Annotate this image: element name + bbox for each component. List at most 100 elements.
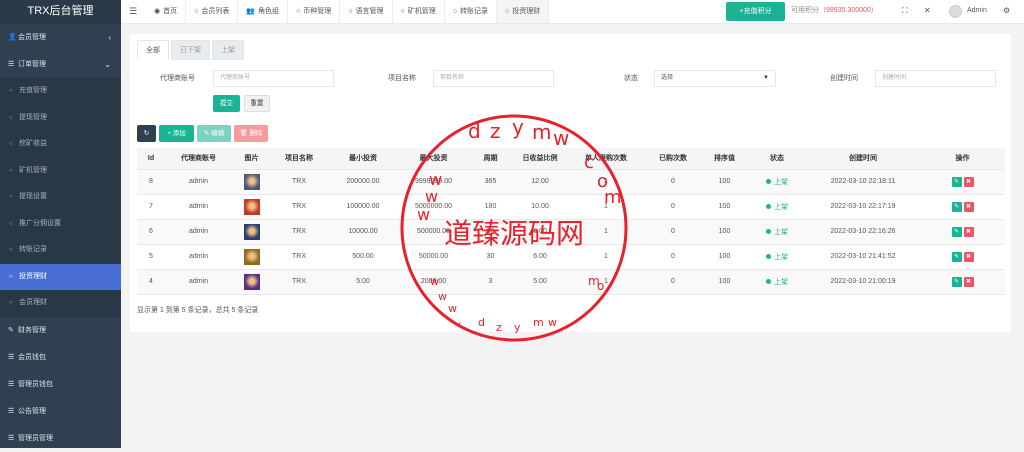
column-header[interactable]: 创建时间 xyxy=(806,148,920,170)
sidebar-subitem-label: 转账记录 xyxy=(19,246,47,253)
sidebar-bottom-item-0[interactable]: ✎ 财务管理 xyxy=(0,317,121,344)
subtab-0[interactable]: 全部 xyxy=(137,40,169,60)
project-thumbnail[interactable] xyxy=(243,173,260,190)
tab-4[interactable]: ○ 语言管理 xyxy=(340,0,393,23)
project-thumbnail[interactable] xyxy=(243,248,260,265)
row-delete-button[interactable]: ✖ xyxy=(963,251,974,262)
circle-icon: ○ xyxy=(9,167,13,174)
sidebar-subitem-8[interactable]: ○ 会员理财 xyxy=(0,290,121,317)
tab-label: 投资理财 xyxy=(512,8,541,15)
add-button[interactable]: + 添加 xyxy=(159,125,194,142)
row-delete-button[interactable]: ✖ xyxy=(963,201,974,212)
row-edit-button[interactable]: ✎ xyxy=(951,176,962,187)
cell-status: 上架 xyxy=(748,169,806,195)
column-header[interactable]: 项目名称 xyxy=(271,148,327,170)
row-delete-button[interactable]: ✖ xyxy=(963,176,974,187)
tab-7[interactable]: ○ 投资理财 xyxy=(497,0,550,23)
sidebar-subitem-7[interactable]: ○ 投资理财 xyxy=(0,263,121,290)
recharge-button[interactable]: +充值积分 xyxy=(726,2,785,21)
sidebar-item-0[interactable]: 👤会员管理 ‹ xyxy=(0,24,121,51)
row-edit-button[interactable]: ✎ xyxy=(951,251,962,262)
submit-button[interactable]: 提交 xyxy=(213,95,240,112)
column-header[interactable]: 操作 xyxy=(920,148,1005,170)
user-name[interactable]: Admin xyxy=(967,0,987,22)
sidebar-subitem-label: 投资理财 xyxy=(19,272,47,280)
column-header[interactable]: 状态 xyxy=(748,148,806,170)
cell-status: 上架 xyxy=(748,194,806,220)
status-select[interactable]: 选择 ▼ xyxy=(654,70,776,87)
edit-button[interactable]: ✎ 编辑 xyxy=(197,125,231,142)
sidebar-subitem-5[interactable]: ○ 推广分佣设置 xyxy=(0,211,121,238)
sidebar-subitem-4[interactable]: ○ 提现设置 xyxy=(0,184,121,211)
project-input[interactable]: 项目名称 xyxy=(433,70,554,87)
project-thumbnail[interactable] xyxy=(243,223,260,240)
cell-period: 180 xyxy=(468,194,513,220)
avatar[interactable] xyxy=(949,5,962,18)
column-header[interactable]: 排序值 xyxy=(701,148,748,170)
row-delete-button[interactable]: ✖ xyxy=(963,226,974,237)
cell-bought: 0 xyxy=(645,269,701,295)
table-row[interactable]: 6 admin TRX 10000.00 500000.00 90 8.00 1 0 100 上架 2… xyxy=(137,219,1005,245)
users-icon: 👥 xyxy=(246,8,256,15)
cell-thumb xyxy=(232,269,271,295)
subtab-1[interactable]: 已下架 xyxy=(171,40,210,60)
tab-3[interactable]: ○ 币种管理 xyxy=(288,0,341,23)
column-header[interactable]: 已购次数 xyxy=(645,148,701,170)
menu-toggle-icon[interactable]: ☰ xyxy=(129,0,137,22)
cell-actions: ✎ ✖ xyxy=(920,219,1005,245)
row-edit-button[interactable]: ✎ xyxy=(951,201,962,212)
sidebar-item-label: 会员管理 xyxy=(18,34,46,41)
sidebar-item-label: 公告管理 xyxy=(18,407,46,415)
tab-2[interactable]: 👥 角色组 xyxy=(238,0,289,23)
reset-button[interactable]: 重置 xyxy=(244,95,270,112)
created-label: 创建时间 xyxy=(830,75,858,82)
cell-limit: 1 xyxy=(567,219,645,245)
tab-1[interactable]: ○ 会员列表 xyxy=(186,0,239,23)
sidebar-bottom-item-3[interactable]: ☰ 公告管理 xyxy=(0,398,121,425)
created-input[interactable]: 创建时间 xyxy=(875,70,996,87)
tab-6[interactable]: ○ 转账记录 xyxy=(445,0,497,23)
column-header[interactable]: 日收益比例 xyxy=(513,148,567,170)
column-header[interactable]: 图片 xyxy=(232,148,271,170)
sidebar-item-1[interactable]: ☰ 订单管理 ⌄ xyxy=(0,51,121,78)
project-thumbnail[interactable] xyxy=(243,198,260,215)
tab-5[interactable]: ○ 矿机管理 xyxy=(393,0,445,23)
row-edit-button[interactable]: ✎ xyxy=(951,276,962,287)
delete-button[interactable]: 🗑 删除 xyxy=(234,125,268,142)
table-row[interactable]: 4 admin TRX 5.00 2000.00 3 5.00 1 0 100 上架 2022-03-… xyxy=(137,269,1005,295)
agent-input[interactable]: 代理商账号 xyxy=(213,70,334,87)
circle-icon: ○ xyxy=(400,8,405,15)
settings-icon[interactable]: ⚙ xyxy=(1003,0,1010,22)
column-header[interactable]: 最大投资 xyxy=(399,148,468,170)
sidebar-subitem-3[interactable]: ○ 矿机管理 xyxy=(0,158,121,185)
tab-0[interactable]: ◉ 首页 xyxy=(146,0,187,23)
sidebar-subitem-2[interactable]: ○ 挖矿收益 xyxy=(0,131,121,158)
column-header[interactable]: 周期 xyxy=(468,148,513,170)
sidebar-bottom-item-1[interactable]: ☰ 会员钱包 xyxy=(0,344,121,371)
sidebar-subitem-1[interactable]: ○ 提现管理 xyxy=(0,105,121,132)
sidebar-subitem-6[interactable]: ○ 转账记录 xyxy=(0,237,121,264)
cell-max: 5000000.00 xyxy=(399,194,468,220)
column-header[interactable]: Id xyxy=(137,148,165,170)
expand-icon[interactable]: ✕ xyxy=(924,0,931,22)
table-row[interactable]: 5 admin TRX 500.00 50000.00 30 6.00 1 0 100 上架 2022… xyxy=(137,244,1005,270)
column-header[interactable]: 最小投资 xyxy=(327,148,399,170)
refresh-button[interactable]: ↻ xyxy=(137,125,156,142)
sidebar-bottom-item-4[interactable]: ☰ 管理员管理 xyxy=(0,425,121,452)
table-row[interactable]: 7 admin TRX 100000.00 5000000.00 180 10.00 1 0 10… xyxy=(137,194,1005,220)
pagination-info: 显示第 1 到第 5 条记录，总共 5 条记录 xyxy=(137,307,259,314)
table-row[interactable]: 8 admin TRX 200000.00 9999999.00 365 12.00 1 0 10… xyxy=(137,169,1005,195)
cell-created: 2022-03-10 22:16:26 xyxy=(806,219,920,245)
sidebar-bottom-item-2[interactable]: ☰ 管理员钱包 xyxy=(0,371,121,398)
row-delete-button[interactable]: ✖ xyxy=(963,276,974,287)
fullscreen-icon[interactable]: ⛶ xyxy=(902,0,908,22)
cell-actions: ✎ ✖ xyxy=(920,169,1005,195)
sidebar-subitem-0[interactable]: ○ 充值管理 xyxy=(0,78,121,105)
column-header[interactable]: 代理商账号 xyxy=(165,148,232,170)
row-edit-button[interactable]: ✎ xyxy=(951,226,962,237)
column-header[interactable]: 单人限购次数 xyxy=(567,148,645,170)
subtab-2[interactable]: 上架 xyxy=(212,40,244,60)
cell-period: 90 xyxy=(468,219,513,245)
project-thumbnail[interactable] xyxy=(243,273,260,290)
cell-created: 2022-03-10 22:17:19 xyxy=(806,194,920,220)
